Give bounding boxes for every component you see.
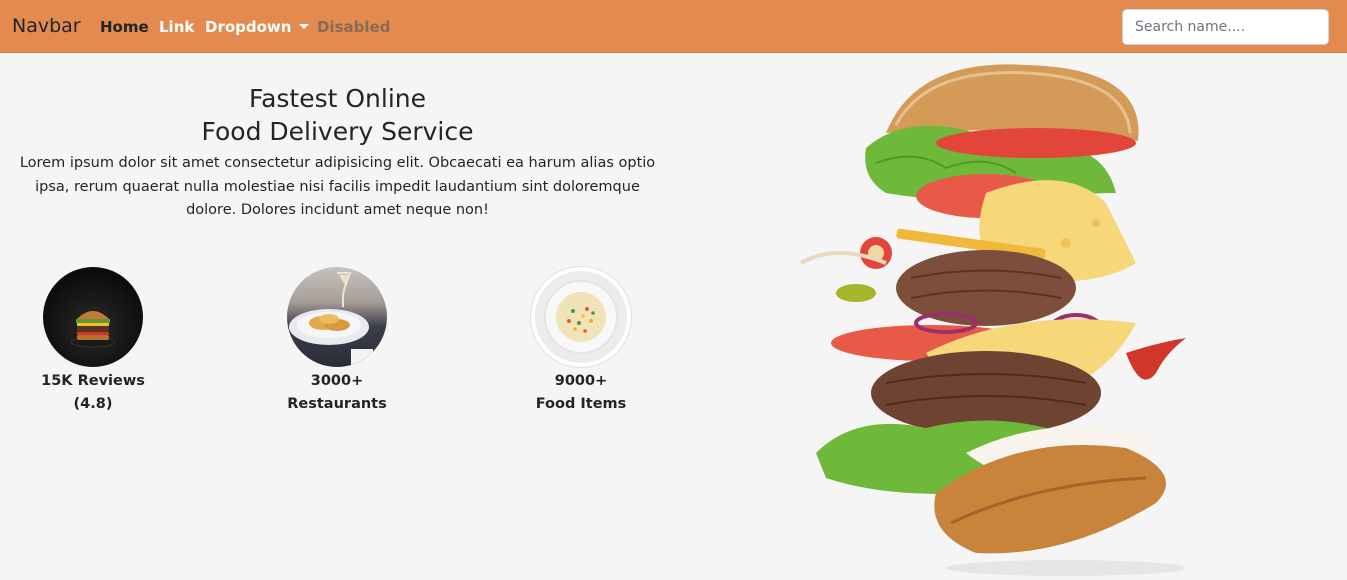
stat-food-items-text: Food Items: [535, 396, 627, 412]
stat-food-items-value: 9000+: [554, 373, 608, 389]
stat-reviews: 15K Reviews (4.8): [3, 267, 183, 416]
hero-title-line2: Food Delivery Service: [201, 117, 474, 146]
nav-link-disabled: Disabled: [317, 18, 391, 36]
navbar: Navbar Home Link Dropdown Disabled: [0, 0, 1347, 53]
fish-plate-thumbnail: [287, 267, 387, 367]
stat-reviews-rating: (4.8): [73, 396, 113, 412]
nav-link-link[interactable]: Link: [159, 18, 194, 36]
navbar-brand[interactable]: Navbar: [12, 15, 81, 37]
nav-dropdown[interactable]: Dropdown: [205, 18, 310, 36]
caret-down-icon: [299, 24, 310, 29]
stat-reviews-value: 15K Reviews: [41, 373, 145, 389]
stat-reviews-label: 15K Reviews (4.8): [3, 370, 183, 416]
hero-title-line1: Fastest Online: [248, 84, 427, 113]
stat-restaurants-label: 3000+ Restaurants: [247, 370, 427, 416]
stat-restaurants: 3000+ Restaurants: [247, 267, 427, 416]
stat-food-items-label: 9000+ Food Items: [491, 370, 671, 416]
stat-restaurants-value: 3000+: [310, 373, 364, 389]
hero-title: Fastest Online Food Delivery Service: [0, 82, 675, 148]
fried-rice-thumbnail: [531, 267, 631, 367]
burger-thumbnail: [43, 267, 143, 367]
hero-burger-image: [686, 53, 1347, 580]
stat-restaurants-text: Restaurants: [287, 396, 387, 412]
stat-food-items: 9000+ Food Items: [491, 267, 671, 416]
nav-link-home[interactable]: Home: [100, 18, 149, 36]
hero-description: Lorem ipsum dolor sit amet consectetur a…: [19, 155, 656, 218]
search-input[interactable]: [1122, 9, 1329, 45]
nav-dropdown-label: Dropdown: [205, 18, 292, 36]
